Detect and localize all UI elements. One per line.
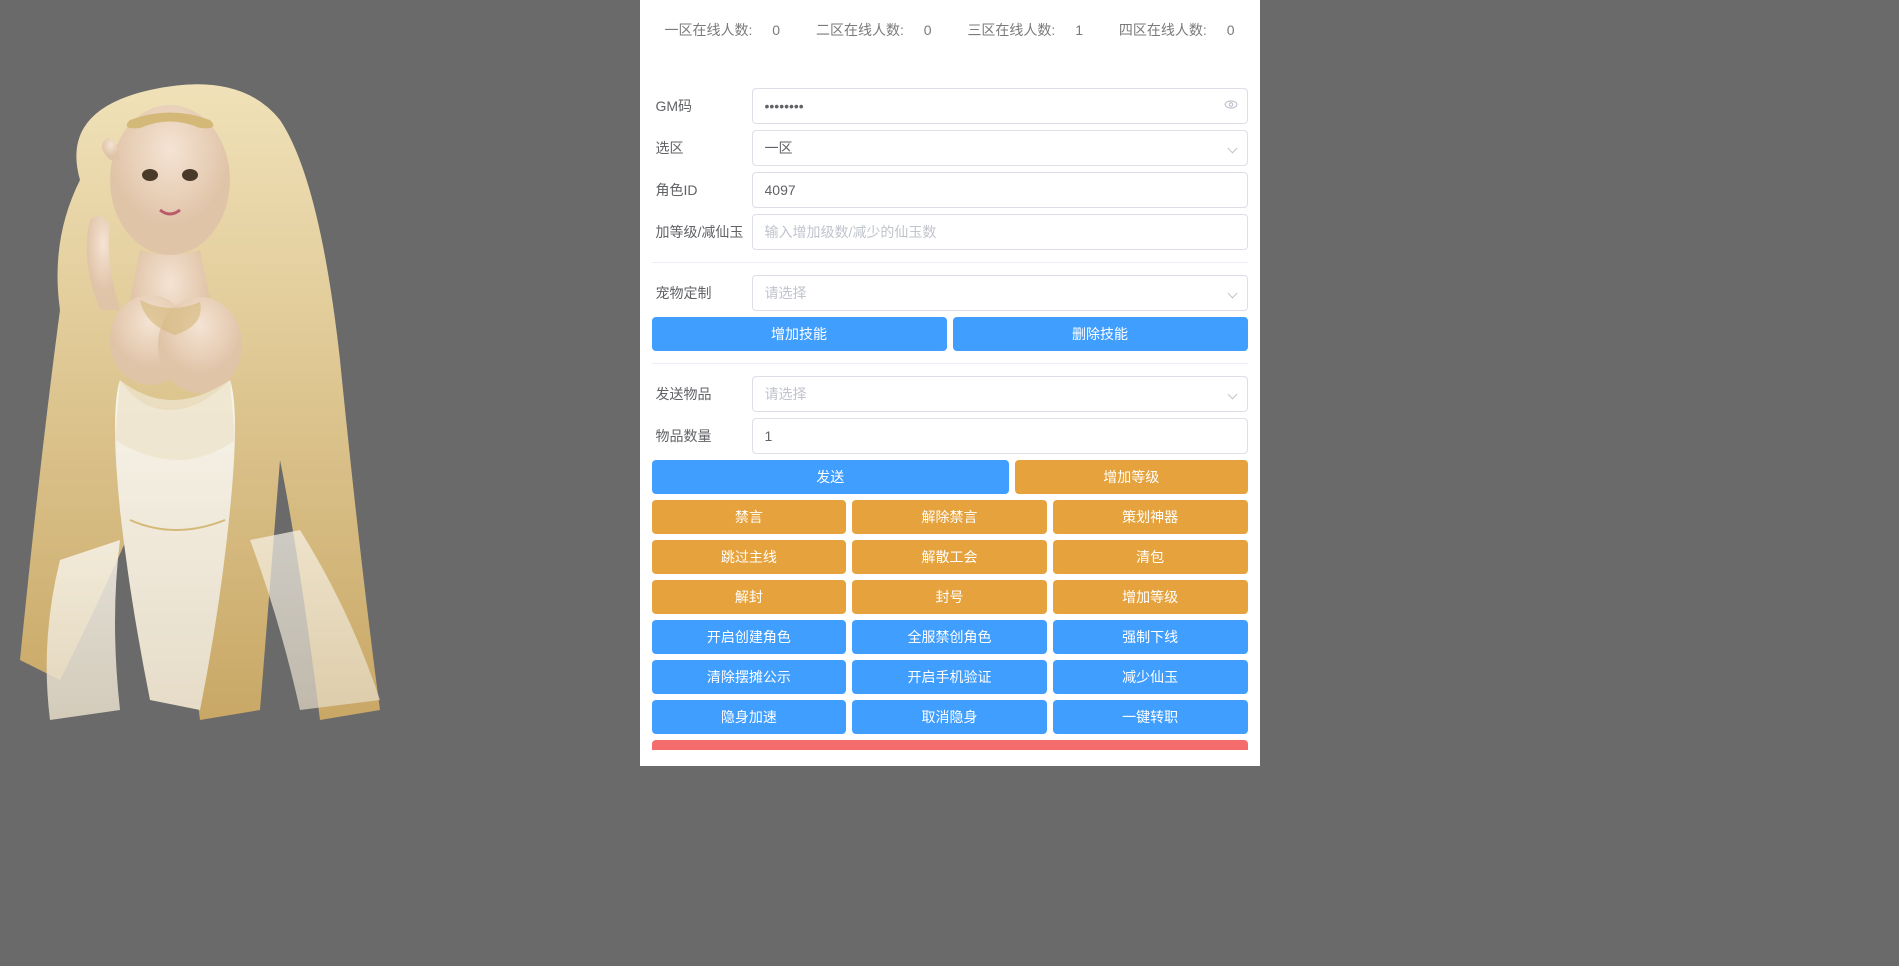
online-stats-bar: 一区在线人数: 0 二区在线人数: 0 三区在线人数: 1 四区在线人数: 0 bbox=[640, 0, 1260, 60]
reduce-xianyu-button[interactable]: 减少仙玉 bbox=[1053, 660, 1248, 694]
plan-artifact-button[interactable]: 策划神器 bbox=[1053, 500, 1248, 534]
send-item-label: 发送物品 bbox=[652, 384, 752, 404]
send-button[interactable]: 发送 bbox=[652, 460, 1010, 494]
gm-code-label: GM码 bbox=[652, 96, 752, 116]
clear-bag-button[interactable]: 清包 bbox=[1053, 540, 1248, 574]
level-input[interactable] bbox=[752, 214, 1248, 250]
enable-create-role-button[interactable]: 开启创建角色 bbox=[652, 620, 847, 654]
pet-label: 宠物定制 bbox=[652, 283, 752, 303]
item-count-label: 物品数量 bbox=[652, 426, 752, 446]
danger-button-partial[interactable] bbox=[652, 740, 1248, 750]
item-count-input[interactable] bbox=[752, 418, 1248, 454]
level-label: 加等级/减仙玉 bbox=[652, 222, 752, 242]
stat-zone2: 二区在线人数: 0 bbox=[808, 22, 940, 38]
stat-zone1: 一区在线人数: 0 bbox=[657, 22, 789, 38]
mute-button[interactable]: 禁言 bbox=[652, 500, 847, 534]
roleid-input[interactable] bbox=[752, 172, 1248, 208]
cancel-stealth-button[interactable]: 取消隐身 bbox=[852, 700, 1047, 734]
delete-skill-button[interactable]: 删除技能 bbox=[953, 317, 1248, 351]
unmute-button[interactable]: 解除禁言 bbox=[852, 500, 1047, 534]
stat-zone3: 三区在线人数: 1 bbox=[959, 22, 1091, 38]
stat-zone4: 四区在线人数: 0 bbox=[1111, 22, 1243, 38]
enable-phone-verify-button[interactable]: 开启手机验证 bbox=[852, 660, 1047, 694]
gm-code-input[interactable] bbox=[752, 88, 1248, 124]
skip-main-button[interactable]: 跳过主线 bbox=[652, 540, 847, 574]
eye-icon[interactable] bbox=[1224, 98, 1238, 115]
ban-button[interactable]: 封号 bbox=[852, 580, 1047, 614]
disband-guild-button[interactable]: 解散工会 bbox=[852, 540, 1047, 574]
clear-stall-button[interactable]: 清除摆摊公示 bbox=[652, 660, 847, 694]
stealth-speed-button[interactable]: 隐身加速 bbox=[652, 700, 847, 734]
zone-label: 选区 bbox=[652, 138, 752, 158]
admin-panel: 一区在线人数: 0 二区在线人数: 0 三区在线人数: 1 四区在线人数: 0 … bbox=[640, 0, 1260, 766]
send-item-select[interactable]: 请选择 bbox=[752, 376, 1248, 412]
unban-button[interactable]: 解封 bbox=[652, 580, 847, 614]
character-illustration bbox=[0, 60, 450, 760]
pet-select[interactable]: 请选择 bbox=[752, 275, 1248, 311]
change-job-button[interactable]: 一键转职 bbox=[1053, 700, 1248, 734]
roleid-label: 角色ID bbox=[652, 180, 752, 200]
force-offline-button[interactable]: 强制下线 bbox=[1053, 620, 1248, 654]
disable-create-role-button[interactable]: 全服禁创角色 bbox=[852, 620, 1047, 654]
add-skill-button[interactable]: 增加技能 bbox=[652, 317, 947, 351]
add-level-2-button[interactable]: 增加等级 bbox=[1053, 580, 1248, 614]
add-level-button[interactable]: 增加等级 bbox=[1015, 460, 1247, 494]
zone-select[interactable]: 一区 bbox=[752, 130, 1248, 166]
